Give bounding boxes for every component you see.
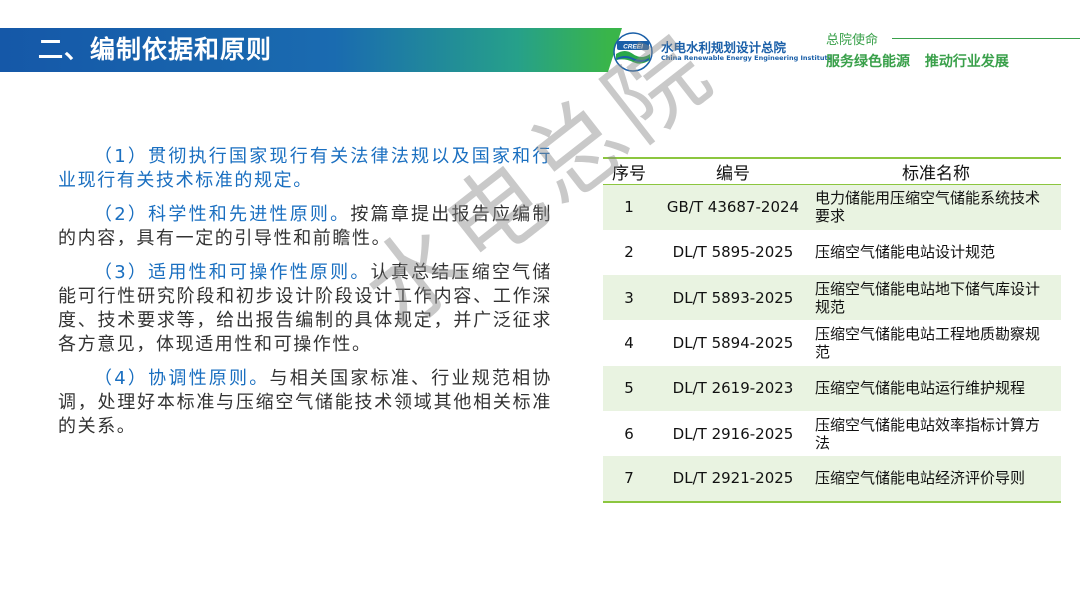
logo-english-name: China Renewable Energy Engineering Insti… bbox=[661, 54, 832, 62]
row-no: 3 bbox=[624, 288, 634, 307]
mission-divider bbox=[892, 38, 1080, 39]
row-code: DL/T 5894-2025 bbox=[672, 334, 794, 353]
mission-slogan: 服务绿色能源 推动行业发展 bbox=[826, 54, 1009, 70]
title-banner: 二、编制依据和原则 bbox=[0, 28, 622, 72]
table-row: 2 DL/T 5895-2025 压缩空气储能电站设计规范 bbox=[603, 230, 1061, 275]
row-code: DL/T 5895-2025 bbox=[672, 243, 794, 262]
row-name: 压缩空气储能电站工程地质勘察规范 bbox=[815, 325, 1041, 362]
row-name: 压缩空气储能电站经济评价导则 bbox=[815, 469, 1026, 488]
principle-title: （3）适用性和可操作性原则。 bbox=[94, 262, 371, 283]
row-no: 1 bbox=[624, 198, 634, 217]
table-row: 1 GB/T 43687-2024 电力储能用压缩空气储能系统技术要求 bbox=[603, 184, 1061, 230]
row-no: 6 bbox=[624, 424, 634, 443]
header-code: 编号 bbox=[716, 164, 750, 184]
principle-title: （2）科学性和先进性原则。 bbox=[94, 204, 351, 225]
header-name: 标准名称 bbox=[902, 164, 970, 184]
row-code: DL/T 5893-2025 bbox=[672, 288, 794, 307]
row-no: 2 bbox=[624, 243, 634, 262]
row-code: DL/T 2921-2025 bbox=[672, 469, 794, 488]
row-name: 电力储能用压缩空气储能系统技术要求 bbox=[815, 189, 1041, 226]
row-no: 4 bbox=[624, 334, 634, 353]
principle-title: （1）贯彻执行国家现行有关法律法规以及国家和行业现行有关技术标准的规定。 bbox=[58, 146, 552, 191]
table-row: 7 DL/T 2921-2025 压缩空气储能电站经济评价导则 bbox=[603, 456, 1061, 502]
row-no: 5 bbox=[624, 379, 634, 398]
table-header-row: 序号 编号 标准名称 bbox=[603, 158, 1061, 185]
logo-badge-text: CREEI bbox=[623, 43, 643, 50]
row-name: 压缩空气储能电站设计规范 bbox=[815, 243, 996, 262]
row-code: DL/T 2916-2025 bbox=[672, 424, 794, 443]
header-no: 序号 bbox=[612, 164, 646, 184]
standards-table: 序号 编号 标准名称 1 GB/T 43687-2024 电力储能用压缩空气储能… bbox=[603, 157, 1061, 503]
principle-item: （4）协调性原则。与相关国家标准、行业规范相协调，处理好本标准与压缩空气储能技术… bbox=[58, 367, 552, 439]
row-no: 7 bbox=[624, 469, 634, 488]
principle-item: （1）贯彻执行国家现行有关法律法规以及国家和行业现行有关技术标准的规定。 bbox=[58, 145, 552, 193]
mission-label: 总院使命 bbox=[826, 33, 879, 48]
row-name: 压缩空气储能电站地下储气库设计规范 bbox=[815, 279, 1041, 316]
row-code: DL/T 2619-2023 bbox=[672, 379, 794, 398]
principles-list: （1）贯彻执行国家现行有关法律法规以及国家和行业现行有关技术标准的规定。 （2）… bbox=[58, 145, 552, 449]
table-row: 4 DL/T 5894-2025 压缩空气储能电站工程地质勘察规范 bbox=[603, 320, 1061, 365]
table-row: 3 DL/T 5893-2025 压缩空气储能电站地下储气库设计规范 bbox=[603, 275, 1061, 321]
row-name: 压缩空气储能电站运行维护规程 bbox=[815, 379, 1026, 398]
principle-title: （4）协调性原则。 bbox=[94, 368, 270, 389]
table-row: 6 DL/T 2916-2025 压缩空气储能电站效率指标计算方法 bbox=[603, 411, 1061, 456]
globe-logo-icon: CREEI bbox=[613, 32, 653, 72]
row-name: 压缩空气储能电站效率指标计算方法 bbox=[815, 415, 1041, 452]
principle-item: （3）适用性和可操作性原则。认真总结压缩空气储能可行性研究阶段和初步设计阶段设计… bbox=[58, 261, 552, 357]
row-code: GB/T 43687-2024 bbox=[666, 198, 800, 217]
page-title: 二、编制依据和原则 bbox=[38, 35, 273, 64]
creei-logo: CREEI 水电水利规划设计总院 China Renewable Energy … bbox=[613, 32, 832, 72]
table-row: 5 DL/T 2619-2023 压缩空气储能电站运行维护规程 bbox=[603, 365, 1061, 411]
principle-item: （2）科学性和先进性原则。按篇章提出报告应编制的内容，具有一定的引导性和前瞻性。 bbox=[58, 203, 552, 251]
